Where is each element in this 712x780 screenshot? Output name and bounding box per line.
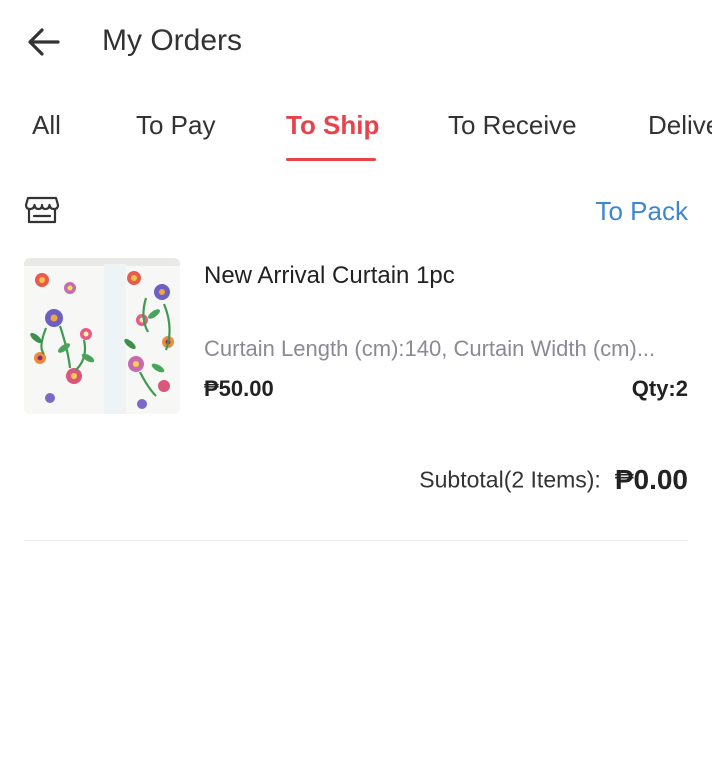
active-tab-indicator [286,158,376,161]
subtotal-value: ₱0.00 [614,464,688,495]
tab-to-receive[interactable]: To Receive [448,110,577,141]
page-title: My Orders [102,24,243,57]
store-icon [24,196,60,224]
header: My Orders [0,0,712,84]
subtotal-label: Subtotal(2 Items): [419,466,601,493]
product-thumbnail[interactable] [24,258,180,414]
product-quantity: Qty:2 [631,376,688,401]
back-button[interactable] [24,22,64,62]
tab-delivered[interactable]: Delivered [648,110,712,141]
product-name: New Arrival Curtain 1pc [204,262,455,289]
order-subtotal: Subtotal(2 Items): ₱0.00 [419,464,688,496]
tab-to-pay[interactable]: To Pay [136,110,216,141]
tab-to-ship[interactable]: To Ship [286,110,379,141]
arrow-left-icon [28,28,60,56]
order-item[interactable]: New Arrival Curtain 1pc Curtain Length (… [24,258,688,418]
product-price: ₱50.00 [204,376,274,401]
order-status: To Pack [595,196,689,226]
my-orders-screen: My Orders All To Pay To Ship To Receive … [0,0,712,780]
product-variant: Curtain Length (cm):140, Curtain Width (… [204,336,656,361]
tab-all[interactable]: All [32,110,61,141]
order-tabs: All To Pay To Ship To Receive Delivered [0,100,712,166]
order-shop-row: To Pack [24,192,688,232]
order-divider [24,540,688,541]
curtain-image [24,258,180,414]
